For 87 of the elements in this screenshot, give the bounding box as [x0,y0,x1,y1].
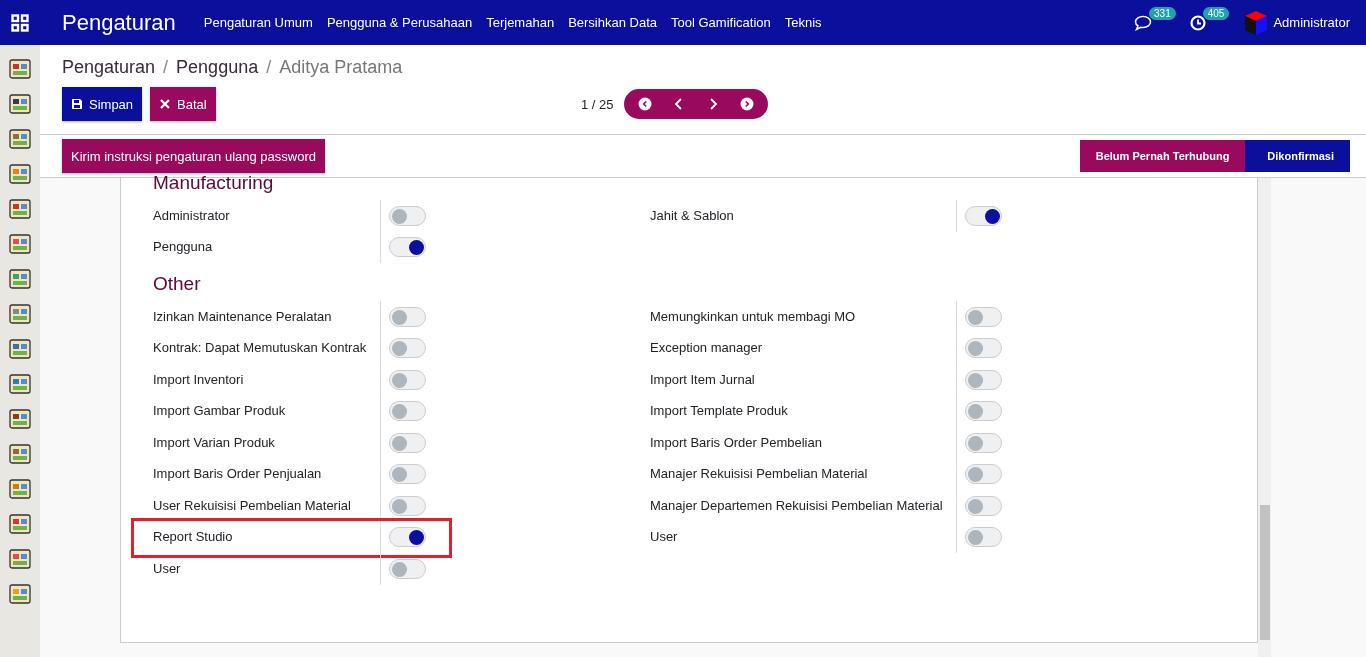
app-icon[interactable] [8,547,32,571]
toggle-switch[interactable] [965,401,1002,422]
app-icon[interactable] [8,92,32,116]
field-label: Import Template Produk [650,403,789,420]
breadcrumb-link[interactable]: Pengaturan [62,57,156,78]
toggle-switch[interactable] [389,401,426,422]
toggle-switch[interactable] [389,338,426,359]
menu-item[interactable]: Terjemahan [486,15,555,30]
toggle-switch[interactable] [965,369,1002,390]
app-icon[interactable] [8,372,32,396]
field-label: User Rekuisisi Pembelian Material [153,497,352,514]
clock-icon[interactable] [1189,14,1206,31]
chat-icon[interactable] [1134,14,1153,31]
field-label: Memungkinkan untuk membagi MO [650,308,857,325]
breadcrumb-current: Aditya Pratama [279,57,403,78]
toggle-switch[interactable] [965,306,1002,327]
menu-item[interactable]: Teknis [784,15,822,30]
breadcrumb-separator: / [266,57,272,78]
field-label: Import Varian Produk [153,434,276,451]
activity-count-badge: 405 [1202,6,1230,20]
field-label: Import Inventori [153,371,245,388]
section-heading: Manufacturing [153,172,275,195]
field-label: Pengguna [153,239,214,256]
app-icon[interactable] [8,477,32,501]
app-icon[interactable] [8,267,32,291]
pager-value: 1 / 25 [581,96,614,112]
toggle-switch[interactable] [965,432,1002,453]
app-icon[interactable] [8,302,32,326]
field-label: Report Studio [153,529,234,546]
reset-password-button[interactable]: Kirim instruksi pengaturan ulang password [62,139,325,173]
menu-item[interactable]: Tool Gamification [671,15,771,30]
field-label: Import Baris Order Pembelian [650,434,823,451]
message-count-badge: 331 [1149,6,1176,20]
field-label: Exception manager [650,340,763,357]
toggle-switch[interactable] [389,205,426,226]
breadcrumb-separator: / [163,57,169,78]
app-icon[interactable] [8,197,32,221]
field-label: Administrator [153,207,231,224]
app-icon[interactable] [8,442,32,466]
toggle-switch[interactable] [389,369,426,390]
app-icon[interactable] [8,57,32,81]
scrollbar[interactable] [1258,178,1271,657]
toggle-switch[interactable] [389,432,426,453]
field-label: Manajer Rekuisisi Pembelian Material [650,466,869,483]
menu-item[interactable]: Pengaturan Umum [203,15,313,30]
field-label: Import Item Jurnal [650,371,756,388]
toggle-switch[interactable] [389,558,426,579]
cross-icon [159,98,172,110]
discard-button[interactable]: Batal [150,87,216,121]
toggle-switch[interactable] [389,495,426,516]
menu-item[interactable]: Bersihkan Data [568,15,657,30]
field-label: Izinkan Maintenance Peralatan [153,308,333,325]
toggle-switch[interactable] [389,464,426,485]
toggle-switch[interactable] [965,527,1002,548]
status-step[interactable]: Dikonfirmasi [1245,140,1350,172]
apps-menu-icon[interactable] [11,13,29,32]
first-record-icon[interactable] [637,97,652,111]
save-button[interactable]: Simpan [62,87,143,121]
toggle-switch[interactable] [965,464,1002,485]
last-record-icon[interactable] [739,97,754,111]
field-label: User [650,529,679,546]
toggle-switch[interactable] [965,495,1002,516]
app-title: Pengaturan [62,9,176,36]
toggle-switch[interactable] [965,205,1002,226]
field-label: Jahit & Sablon [650,207,735,224]
field-label: Manajer Departemen Rekuisisi Pembelian Material [650,497,944,514]
toggle-switch[interactable] [389,306,426,327]
user-name[interactable]: Administrator [1273,15,1350,30]
breadcrumb-link[interactable]: Pengguna [176,57,259,78]
toggle-switch[interactable] [389,527,426,548]
app-icon[interactable] [8,337,32,361]
toggle-switch[interactable] [965,338,1002,359]
app-icon[interactable] [8,512,32,536]
app-icon[interactable] [8,407,32,431]
menu-item[interactable]: Pengguna & Perusahaan [326,15,473,30]
app-icon[interactable] [8,162,32,186]
cube-avatar-icon [1243,9,1270,36]
toggle-switch[interactable] [389,237,426,258]
field-label: Import Gambar Produk [153,403,287,420]
app-icon[interactable] [8,232,32,256]
app-icon[interactable] [8,127,32,151]
app-icon[interactable] [8,582,32,606]
status-step[interactable]: Belum Pernah Terhubung [1079,140,1246,172]
field-label: Kontrak: Dapat Memutuskan Kontrak [153,340,368,357]
field-label: User [153,560,182,577]
section-heading: Other [153,272,202,296]
field-label: Import Baris Order Penjualan [153,466,323,483]
